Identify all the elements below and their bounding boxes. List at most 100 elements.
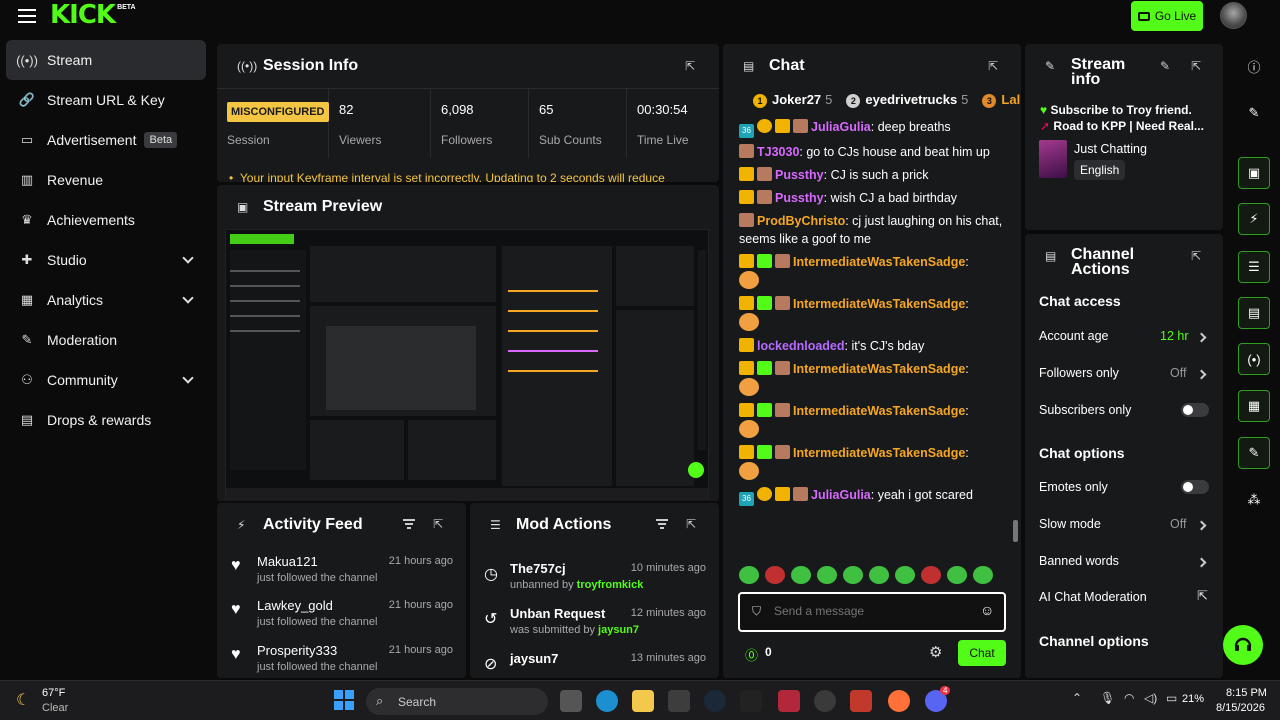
chat-username[interactable]: TJ3030 (757, 145, 799, 159)
kick-logo[interactable]: KICK BETA (50, 2, 136, 28)
edge-icon[interactable] (596, 690, 618, 712)
chat-icon[interactable]: ▤ (1238, 297, 1270, 329)
sidebar-item-analytics[interactable]: ▦ Analytics (0, 280, 212, 320)
category-thumbnail[interactable] (1039, 140, 1067, 178)
chat-username[interactable]: IntermediateWasTakenSadge (793, 446, 965, 460)
task-view-icon[interactable] (560, 690, 582, 712)
go-live-button[interactable]: Go Live (1131, 1, 1203, 31)
battery-icon[interactable]: ▭ (1166, 691, 1177, 705)
leader-item[interactable]: 1 Joker27 5 (753, 92, 832, 108)
expand-icon[interactable]: ⇱ (1191, 249, 1203, 263)
follower-name[interactable]: Makua121 (257, 554, 318, 569)
chat-message-input[interactable] (774, 604, 974, 618)
app-icon[interactable] (740, 690, 762, 712)
chat-username[interactable]: Pussthy (775, 168, 824, 182)
expand-icon[interactable]: ⇱ (685, 59, 697, 73)
obs-icon[interactable] (814, 690, 836, 712)
chat-username[interactable]: IntermediateWasTakenSadge (793, 297, 965, 311)
sidebar-item-revenue[interactable]: ▥ Revenue (0, 160, 212, 200)
mod-action-target[interactable]: The757cj (510, 561, 566, 576)
sidebar-item-stream-url[interactable]: 🔗 Stream URL & Key (0, 80, 212, 120)
info-icon[interactable]: ⓘ (1238, 50, 1270, 82)
emote-icon[interactable] (765, 566, 785, 584)
expand-icon[interactable]: ⇱ (433, 517, 445, 531)
chat-username[interactable]: lockednloaded (757, 339, 845, 353)
emote-icon[interactable] (895, 566, 915, 584)
emote-icon[interactable] (947, 566, 967, 584)
widgets-icon[interactable]: ⁂ (1238, 484, 1270, 516)
channel-icon[interactable]: ▦ (1238, 390, 1270, 422)
wifi-icon[interactable]: ◠ (1124, 691, 1134, 705)
settings-icon[interactable]: ⚙ (929, 643, 942, 661)
emote-icon[interactable] (921, 566, 941, 584)
microphone-icon[interactable]: 🎙 (1100, 691, 1115, 705)
store-icon[interactable] (668, 690, 690, 712)
leader-item[interactable]: 2 eyedrivetrucks 5 (846, 92, 968, 108)
clock-time[interactable]: 8:15 PM (1226, 687, 1267, 699)
sidebar-item-studio[interactable]: ✚ Studio (0, 240, 212, 280)
user-avatar[interactable] (1220, 2, 1247, 29)
chat-input-box[interactable]: ⛉ ☺ (738, 592, 1006, 632)
subscribers-only-toggle[interactable] (1181, 403, 1209, 417)
edit-icon[interactable]: ✎ (1238, 97, 1270, 129)
ai-moderation-row[interactable]: AI Chat Moderation (1039, 590, 1209, 604)
mod-action-actor[interactable]: troyfromkick (577, 579, 644, 591)
leader-item[interactable]: 3 Lal (982, 92, 1020, 108)
follower-name[interactable]: Prosperity333 (257, 643, 337, 658)
follower-name[interactable]: Lawkey_gold (257, 598, 333, 613)
chat-username[interactable]: IntermediateWasTakenSadge (793, 404, 965, 418)
edit-icon[interactable]: ✎ (1160, 59, 1172, 73)
windows-start-icon[interactable] (334, 690, 354, 710)
mod-action-target[interactable]: Unban Request (510, 606, 605, 621)
expand-icon[interactable]: ⇱ (686, 517, 698, 531)
chat-username[interactable]: JuliaGulia (811, 120, 871, 134)
lightning-icon[interactable]: ⚡ (1238, 203, 1270, 235)
emote-icon[interactable] (817, 566, 837, 584)
stream-preview-video[interactable] (225, 229, 709, 501)
emote-icon[interactable] (791, 566, 811, 584)
shield-icon[interactable]: ⛉ (752, 604, 761, 619)
weather-temp[interactable]: 67°F (42, 687, 65, 699)
support-button[interactable] (1223, 625, 1263, 665)
chat-username[interactable]: JuliaGulia (811, 488, 871, 502)
volume-icon[interactable]: ◁) (1144, 691, 1157, 705)
emote-icon[interactable] (973, 566, 993, 584)
sidebar-item-advertisement[interactable]: ▭ Advertisement Beta (0, 120, 212, 160)
sidebar-item-drops[interactable]: ▤ Drops & rewards (0, 400, 212, 440)
file-explorer-icon[interactable] (632, 690, 654, 712)
external-link-icon[interactable]: ⇱ (1197, 588, 1208, 604)
emote-icon[interactable] (739, 566, 759, 584)
steam-icon[interactable] (704, 690, 726, 712)
sidebar-item-community[interactable]: ⚇ Community (0, 360, 212, 400)
mod-action-actor[interactable]: jaysun7 (598, 624, 639, 636)
emote-icon[interactable] (843, 566, 863, 584)
app-icon[interactable] (850, 690, 872, 712)
list-icon[interactable]: ☰ (1238, 251, 1270, 283)
preview-icon[interactable]: ▣ (1238, 157, 1270, 189)
emoji-icon[interactable]: ☺ (980, 602, 994, 618)
filter-icon[interactable] (403, 519, 415, 531)
sidebar-item-achievements[interactable]: ♛ Achievements (0, 200, 212, 240)
filter-icon[interactable] (656, 519, 668, 531)
wrench-icon[interactable]: ✎ (1238, 437, 1270, 469)
expand-icon[interactable]: ⇱ (988, 59, 1000, 73)
chat-username[interactable]: ProdByChristo (757, 214, 845, 228)
firefox-icon[interactable] (888, 690, 910, 712)
category-name[interactable]: Just Chatting (1074, 142, 1147, 156)
chat-username[interactable]: IntermediateWasTakenSadge (793, 362, 965, 376)
chat-username[interactable]: IntermediateWasTakenSadge (793, 255, 965, 269)
broadcast-icon[interactable]: (•) (1238, 343, 1270, 375)
emote-icon[interactable] (869, 566, 889, 584)
sidebar-item-moderation[interactable]: ✎ Moderation (0, 320, 212, 360)
app-icon[interactable] (778, 690, 800, 712)
banned-words-row[interactable]: Banned words (1039, 554, 1209, 568)
menu-icon[interactable] (18, 9, 36, 23)
chevron-up-icon[interactable]: ⌃ (1072, 691, 1082, 705)
expand-icon[interactable]: ⇱ (1191, 59, 1203, 73)
send-chat-button[interactable]: Chat (958, 640, 1006, 666)
chat-username[interactable]: Pussthy (775, 191, 824, 205)
chat-scrollbar[interactable] (1013, 520, 1018, 542)
sidebar-item-stream[interactable]: ((•)) Stream (6, 40, 206, 80)
taskbar-search[interactable]: ⌕ Search (366, 688, 548, 715)
emotes-only-toggle[interactable] (1181, 480, 1209, 494)
